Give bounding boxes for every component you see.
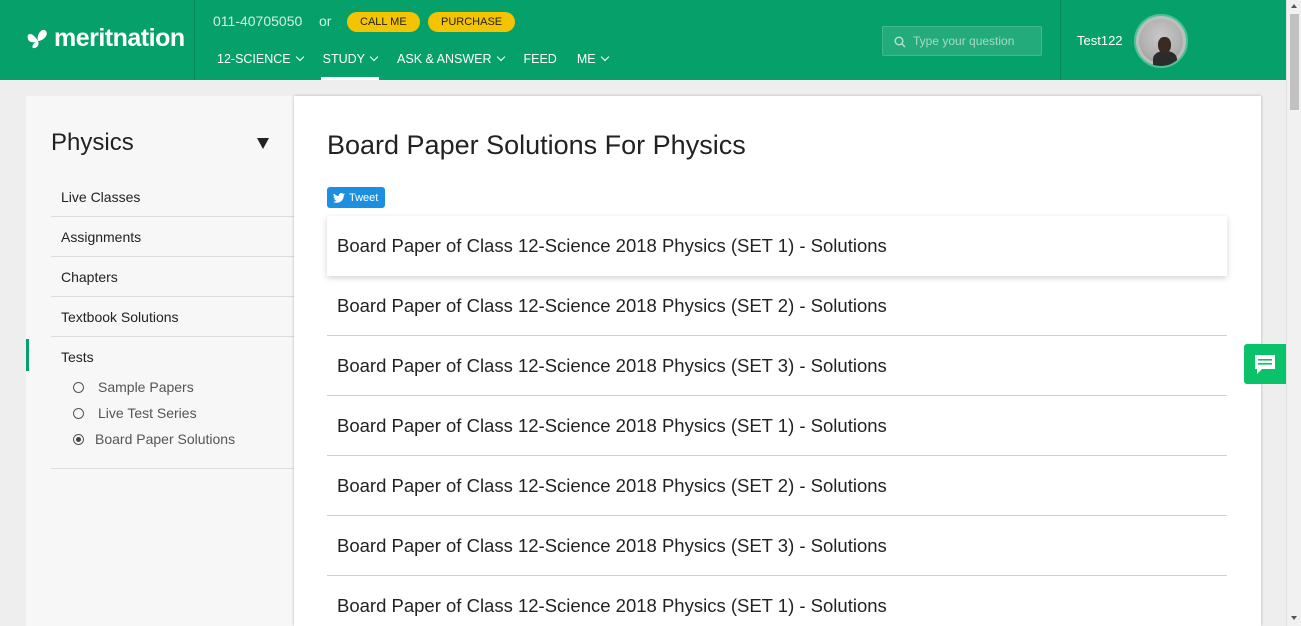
scroll-down-icon[interactable] [1291, 616, 1297, 620]
sidebar-item-textbook-solutions[interactable]: Textbook Solutions [51, 297, 294, 337]
top-header: meritnation 011-40705050 or CALL ME PURC… [0, 0, 1286, 80]
main-nav: 12-SCIENCE STUDY ASK & ANSWER FEED ME [217, 50, 628, 80]
sidebar-item-chapters[interactable]: Chapters [51, 257, 294, 297]
sidebar-item-live-classes[interactable]: Live Classes [51, 177, 294, 217]
caret-down-icon[interactable] [257, 138, 269, 149]
list-item[interactable]: Board Paper of Class 12-Science 2018 Phy… [327, 456, 1227, 516]
nav-label: 12-SCIENCE [217, 52, 291, 66]
page-scrollbar[interactable] [1286, 0, 1301, 626]
chevron-down-icon [369, 52, 379, 62]
nav-label: ASK & ANSWER [397, 52, 492, 66]
avatar-body [1153, 51, 1177, 66]
nav-item-12-science[interactable]: 12-SCIENCE [217, 50, 304, 68]
chevron-down-icon [496, 52, 505, 62]
header-divider [194, 0, 195, 80]
nav-label: STUDY [322, 52, 366, 66]
subitem-sample-papers[interactable]: Sample Papers [73, 374, 235, 400]
nav-item-feed[interactable]: FEED [524, 50, 557, 68]
chat-button[interactable] [1244, 344, 1286, 384]
subitem-live-test-series[interactable]: Live Test Series [73, 400, 235, 426]
avatar[interactable] [1134, 14, 1188, 68]
nav-label: ME [576, 52, 596, 66]
nav-item-me[interactable]: ME [576, 50, 609, 68]
page-title: Board Paper Solutions For Physics [327, 130, 746, 160]
brand-logo[interactable]: meritnation [26, 24, 185, 53]
subitem-label: Live Test Series [98, 405, 197, 421]
tweet-label: Tweet [349, 191, 379, 204]
list-item[interactable]: Board Paper of Class 12-Science 2018 Phy… [327, 276, 1227, 336]
butterfly-icon [26, 27, 52, 51]
chevron-down-icon [295, 52, 304, 62]
sidebar-item-label: Tests [61, 349, 94, 365]
brand-name: meritnation [54, 24, 185, 52]
call-me-button[interactable]: CALL ME [347, 12, 420, 32]
radio-button-checked[interactable] [73, 433, 84, 445]
nav-item-ask-answer[interactable]: ASK & ANSWER [397, 50, 505, 68]
avatar-face [1158, 37, 1171, 53]
radio-button[interactable] [73, 381, 84, 393]
phone-number: 011-40705050 [213, 13, 303, 29]
purchase-button[interactable]: PURCHASE [428, 12, 516, 32]
or-text: or [319, 13, 332, 29]
active-indicator [26, 339, 29, 371]
search-input[interactable] [913, 33, 1033, 49]
chevron-down-icon [600, 52, 609, 62]
scroll-thumb[interactable] [1290, 14, 1299, 110]
main-content: Board Paper Solutions For Physics Tweet … [294, 96, 1261, 626]
list-item[interactable]: Board Paper of Class 12-Science 2018 Phy… [327, 336, 1227, 396]
scroll-up-icon[interactable] [1291, 4, 1297, 8]
sidebar: Physics Live Classes Assignments Chapter… [26, 96, 294, 626]
search-icon [894, 35, 906, 53]
search-box [882, 26, 1042, 56]
subitem-label: Board Paper Solutions [95, 431, 236, 447]
list-item[interactable]: Board Paper of Class 12-Science 2018 Phy… [327, 576, 1227, 626]
list-item[interactable]: Board Paper of Class 12-Science 2018 Phy… [327, 216, 1227, 276]
sidebar-item-assignments[interactable]: Assignments [51, 217, 294, 257]
tweet-button[interactable]: Tweet [327, 187, 386, 208]
list-item[interactable]: Board Paper of Class 12-Science 2018 Phy… [327, 396, 1227, 456]
tests-submenu: Sample Papers Live Test Series Board Pap… [73, 374, 235, 452]
list-item[interactable]: Board Paper of Class 12-Science 2018 Phy… [327, 516, 1227, 576]
chat-icon [1255, 355, 1275, 374]
avatar-image [1139, 19, 1183, 66]
username[interactable]: Test122 [1077, 33, 1123, 48]
subitem-board-paper-solutions[interactable]: Board Paper Solutions [73, 426, 235, 452]
radio-button[interactable] [73, 407, 84, 419]
twitter-icon [333, 192, 345, 203]
nav-item-study[interactable]: STUDY [320, 50, 380, 80]
subject-title: Physics [51, 129, 134, 156]
nav-label: FEED [523, 52, 557, 66]
subitem-label: Sample Papers [98, 379, 194, 395]
header-divider [1060, 0, 1061, 80]
solutions-list: Board Paper of Class 12-Science 2018 Phy… [327, 216, 1227, 626]
